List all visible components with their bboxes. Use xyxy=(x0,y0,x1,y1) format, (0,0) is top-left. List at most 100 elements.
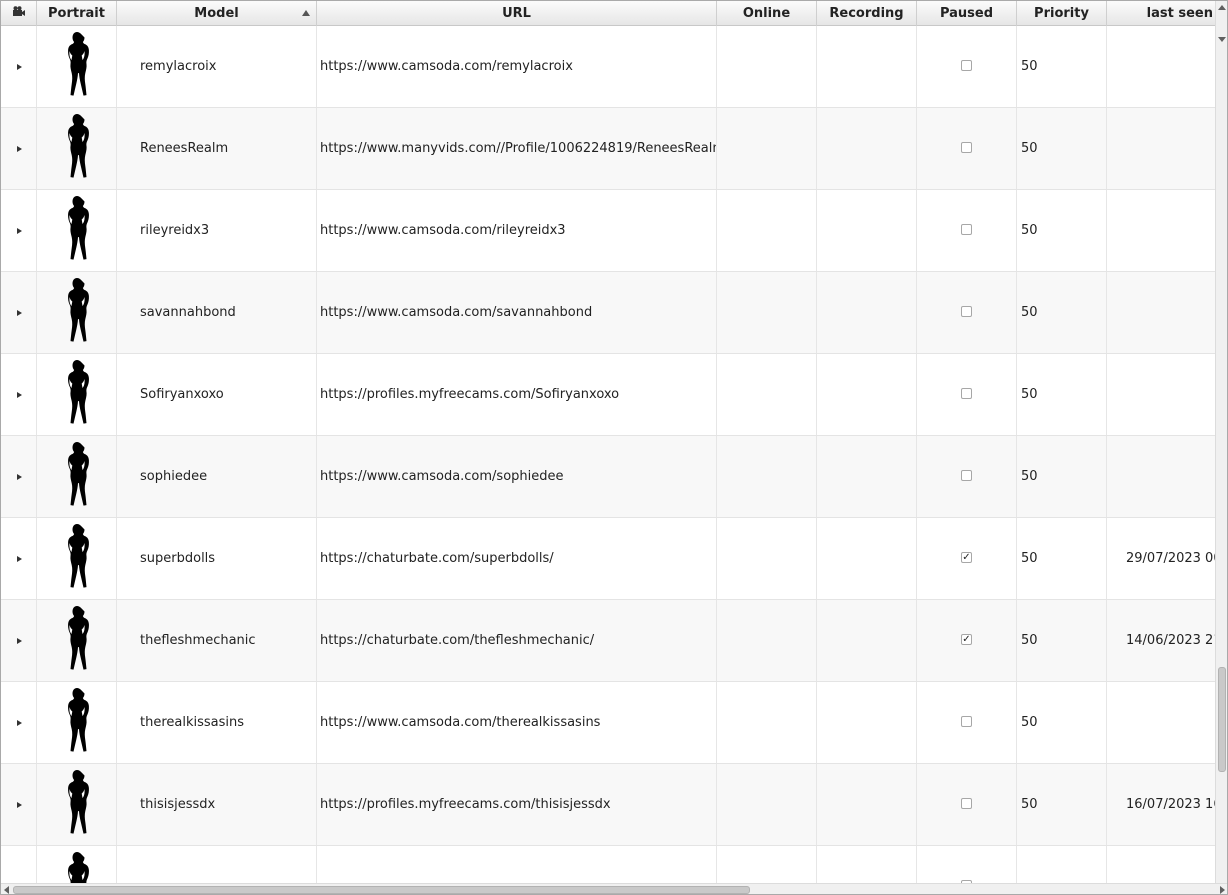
column-header-model[interactable]: Model xyxy=(117,1,317,26)
expand-arrow-icon[interactable] xyxy=(17,391,22,398)
url-cell: https://profiles.myfreecams.com/Sofiryan… xyxy=(317,354,717,435)
table-row[interactable]: sophiedee https://www.camsoda.com/sophied… xyxy=(1,436,1215,518)
model-cell: savannahbond xyxy=(117,272,317,353)
table-row[interactable]: savannahbond https://www.camsoda.com/sava… xyxy=(1,272,1215,354)
paused-checkbox[interactable] xyxy=(961,224,972,235)
expand-arrow-icon[interactable] xyxy=(17,719,22,726)
expand-arrow-icon[interactable] xyxy=(17,555,22,562)
paused-checkbox[interactable] xyxy=(961,716,972,727)
column-header-priority[interactable]: Priority xyxy=(1017,1,1107,26)
table-row[interactable]: thefleshmechanic https://chaturbate.com/t… xyxy=(1,600,1215,682)
paused-checkbox[interactable] xyxy=(961,388,972,399)
scroll-up-icon[interactable] xyxy=(1218,5,1226,10)
online-cell xyxy=(717,682,817,763)
last-seen-cell: 16/07/2023 16 xyxy=(1126,797,1215,812)
online-cell xyxy=(717,518,817,599)
paused-cell xyxy=(917,354,1017,435)
url-cell: https://chaturbate.com/superbdolls/ xyxy=(317,518,717,599)
last-seen-cell: 14/06/2023 21 xyxy=(1126,633,1215,648)
expand-arrow-icon[interactable] xyxy=(17,637,22,644)
column-header-actions[interactable] xyxy=(1,1,37,26)
online-cell xyxy=(717,764,817,845)
paused-cell xyxy=(917,190,1017,271)
table-row[interactable]: therealkissasins https://www.camsoda.com/… xyxy=(1,682,1215,764)
table-row[interactable]: thisisjessdx https://profiles.myfreecams.… xyxy=(1,764,1215,846)
last-seen-cell xyxy=(1107,26,1215,107)
paused-checkbox[interactable]: ✓ xyxy=(961,552,972,563)
table-row[interactable]: rileyreidx3 https://www.camsoda.com/riley… xyxy=(1,190,1215,272)
expand-arrow-icon[interactable] xyxy=(17,145,22,152)
column-header-last-seen[interactable]: last seen xyxy=(1107,1,1215,26)
paused-checkbox[interactable] xyxy=(961,470,972,481)
priority-cell: 50 xyxy=(1017,272,1107,353)
table-row[interactable]: ReneesRealm https://www.manyvids.com//Pro… xyxy=(1,108,1215,190)
row-expander[interactable] xyxy=(1,764,37,845)
row-expander[interactable] xyxy=(1,190,37,271)
recording-cell xyxy=(817,354,917,435)
row-expander[interactable] xyxy=(1,272,37,353)
row-expander[interactable] xyxy=(1,518,37,599)
paused-cell xyxy=(917,272,1017,353)
expand-arrow-icon[interactable] xyxy=(17,309,22,316)
horizontal-scrollbar[interactable] xyxy=(1,883,1227,894)
priority-cell: 50 xyxy=(1017,682,1107,763)
scroll-down-icon[interactable] xyxy=(1218,37,1226,42)
paused-checkbox[interactable] xyxy=(961,60,972,71)
priority-cell: 50 xyxy=(1017,436,1107,517)
model-cell: thisisjessdx xyxy=(117,764,317,845)
last-seen-cell: 29/07/2023 00 xyxy=(1126,551,1215,566)
paused-checkbox[interactable] xyxy=(961,798,972,809)
row-expander[interactable] xyxy=(1,26,37,107)
camera-icon xyxy=(12,1,26,26)
model-cell: remylacroix xyxy=(117,26,317,107)
model-cell: Sofiryanxoxo xyxy=(117,354,317,435)
priority-cell: 50 xyxy=(1017,190,1107,271)
paused-cell: ✓ xyxy=(917,600,1017,681)
model-cell xyxy=(117,846,317,883)
url-cell xyxy=(317,846,717,883)
row-expander[interactable] xyxy=(1,354,37,435)
recording-cell xyxy=(817,272,917,353)
column-header-online[interactable]: Online xyxy=(717,1,817,26)
recording-cell xyxy=(817,108,917,189)
row-expander[interactable] xyxy=(1,846,37,883)
column-header-portrait[interactable]: Portrait xyxy=(37,1,117,26)
priority-cell: 50 xyxy=(1017,764,1107,845)
vertical-scrollbar[interactable] xyxy=(1215,1,1227,883)
paused-cell xyxy=(917,682,1017,763)
model-cell: rileyreidx3 xyxy=(117,190,317,271)
column-header-url[interactable]: URL xyxy=(317,1,717,26)
expand-arrow-icon[interactable] xyxy=(17,63,22,70)
row-expander[interactable] xyxy=(1,600,37,681)
table-row[interactable]: superbdolls https://chaturbate.com/superb… xyxy=(1,518,1215,600)
vertical-scroll-thumb[interactable] xyxy=(1218,667,1226,772)
table-row[interactable] xyxy=(1,846,1215,883)
online-cell xyxy=(717,26,817,107)
portrait-cell xyxy=(37,354,117,435)
row-expander[interactable] xyxy=(1,436,37,517)
expand-arrow-icon[interactable] xyxy=(17,801,22,808)
model-cell: superbdolls xyxy=(117,518,317,599)
recording-cell xyxy=(817,600,917,681)
column-header-recording[interactable]: Recording xyxy=(817,1,917,26)
row-expander[interactable] xyxy=(1,108,37,189)
url-cell: https://profiles.myfreecams.com/thisisje… xyxy=(317,764,717,845)
expand-arrow-icon[interactable] xyxy=(17,473,22,480)
scroll-left-icon[interactable] xyxy=(4,886,9,894)
row-expander[interactable] xyxy=(1,682,37,763)
paused-checkbox[interactable]: ✓ xyxy=(961,634,972,645)
horizontal-scroll-thumb[interactable] xyxy=(13,886,750,894)
column-header-paused[interactable]: Paused xyxy=(917,1,1017,26)
portrait-cell xyxy=(37,436,117,517)
priority-cell xyxy=(1017,846,1107,883)
scroll-right-icon[interactable] xyxy=(1220,886,1225,894)
paused-checkbox[interactable] xyxy=(961,306,972,317)
online-cell xyxy=(717,108,817,189)
table-row[interactable]: Sofiryanxoxo https://profiles.myfreecams.… xyxy=(1,354,1215,436)
online-cell xyxy=(717,600,817,681)
expand-arrow-icon[interactable] xyxy=(17,227,22,234)
table-row[interactable]: remylacroix https://www.camsoda.com/remyl… xyxy=(1,26,1215,108)
paused-checkbox[interactable] xyxy=(961,142,972,153)
last-seen-cell xyxy=(1107,682,1215,763)
models-table: Portrait Model URL Online Recording Paus… xyxy=(0,0,1228,895)
